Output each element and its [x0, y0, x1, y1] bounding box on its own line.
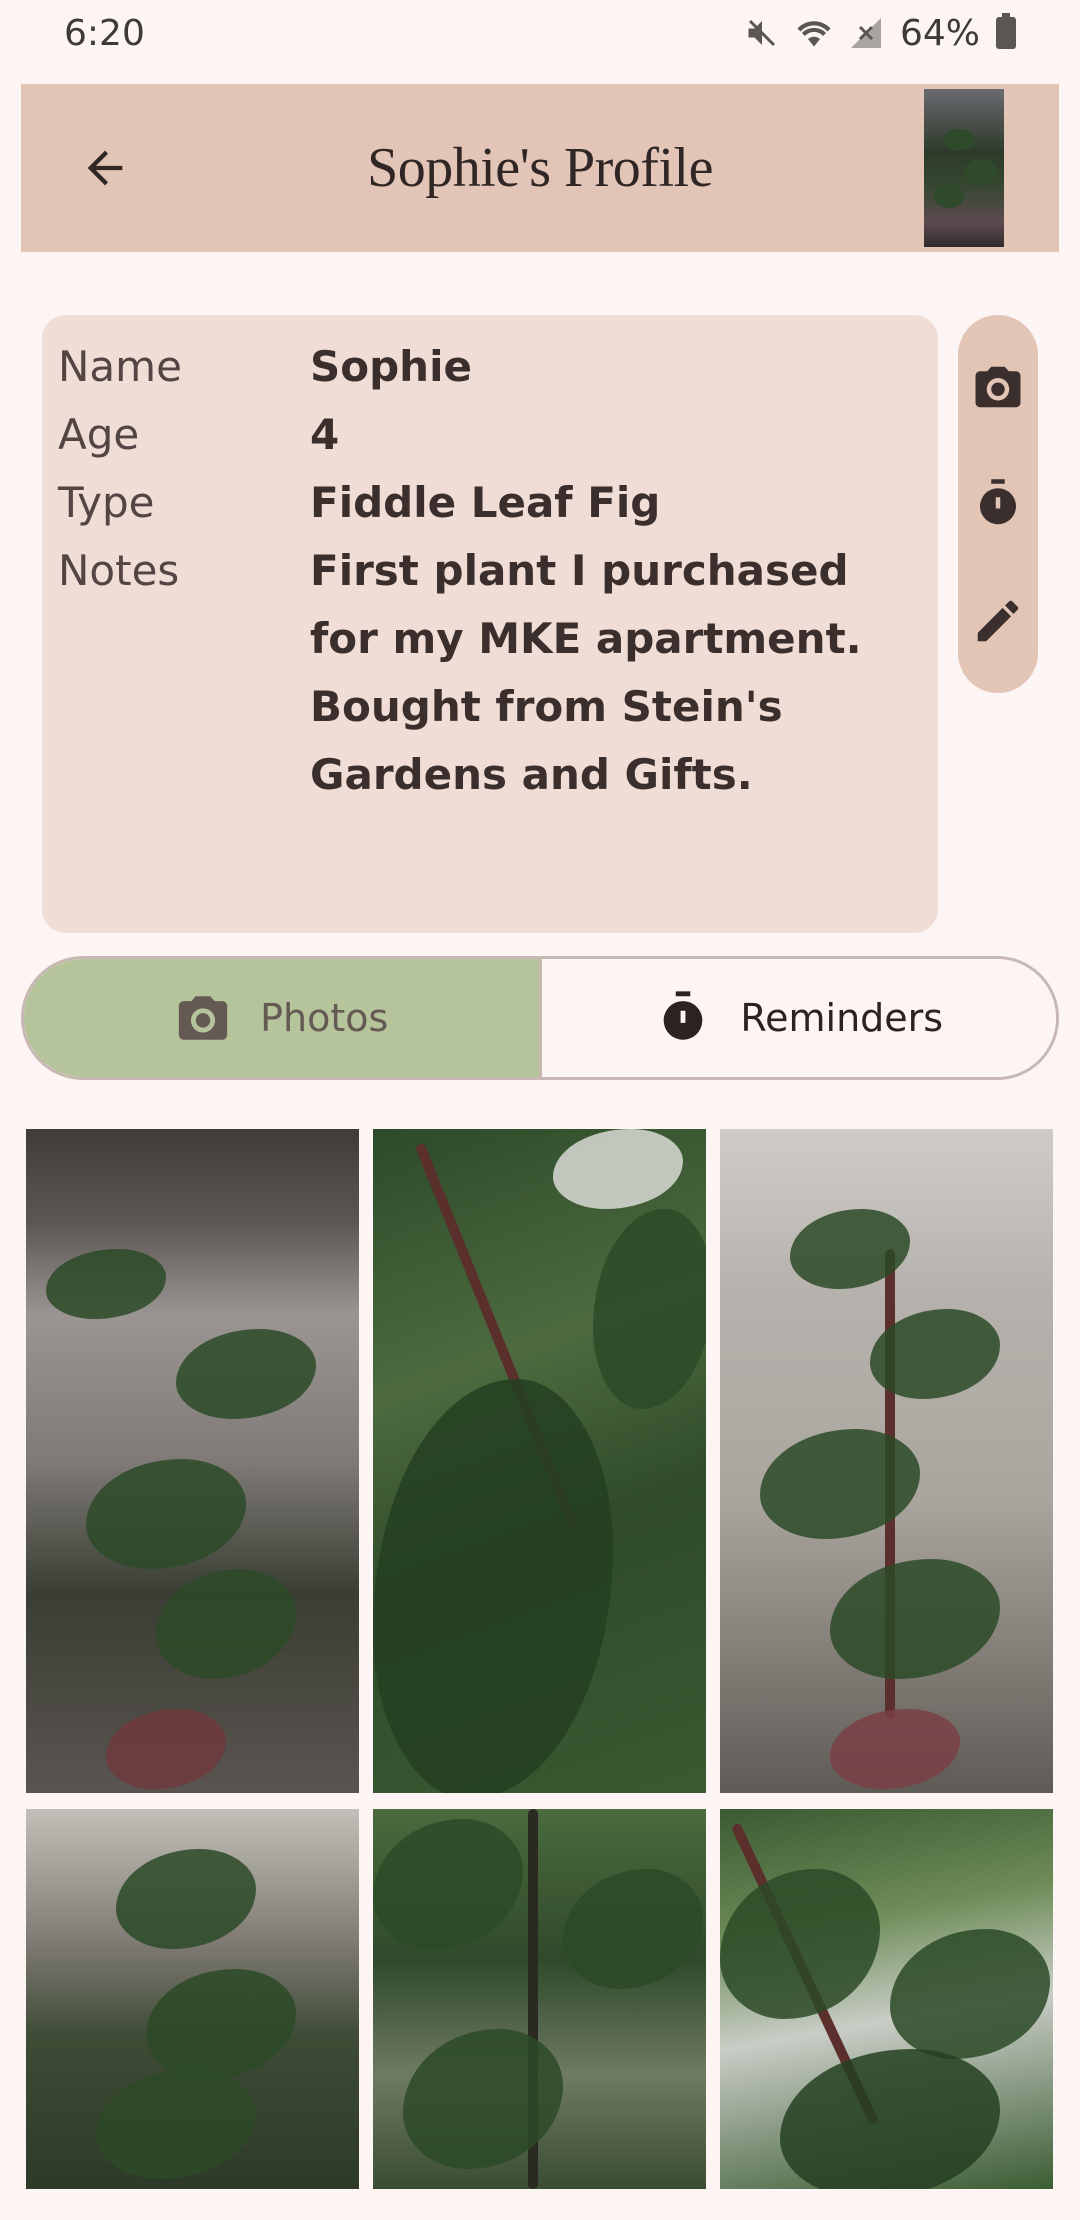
- page-title: Sophie's Profile: [367, 137, 713, 199]
- info-value: Fiddle Leaf Fig: [310, 478, 661, 527]
- photo-leaf: [830, 1559, 1000, 1679]
- arrow-back-icon: [87, 150, 123, 186]
- photo-pot: [830, 1709, 960, 1789]
- status-icons: 64%: [744, 13, 1016, 54]
- info-value: Sophie: [310, 342, 472, 391]
- thumbnail-leaf: [964, 159, 998, 185]
- info-row-notes: Notes First plant I purchased for my MKE…: [58, 537, 922, 809]
- photo-leaf: [373, 1379, 613, 1793]
- photo-leaf: [780, 2049, 1000, 2189]
- thumbnail-leaf: [944, 129, 974, 151]
- photo-leaf: [176, 1329, 316, 1419]
- battery-icon: [996, 13, 1016, 49]
- photo-gallery: [26, 1129, 1054, 2189]
- tab-photos[interactable]: Photos: [24, 959, 542, 1077]
- tab-label: Photos: [260, 996, 389, 1040]
- photo-leaf: [890, 1929, 1050, 2059]
- timer-icon: [980, 479, 1016, 525]
- photo-leaf: [116, 1849, 256, 1949]
- photo-leaf: [760, 1429, 920, 1539]
- info-label: Type: [58, 478, 155, 527]
- status-bar: 6:20 64%: [0, 0, 1080, 66]
- info-value: First plant I purchased for my MKE apart…: [310, 546, 862, 799]
- photo-leaf: [46, 1249, 166, 1319]
- side-action-rail: [958, 315, 1038, 693]
- plant-photo[interactable]: [720, 1129, 1053, 1793]
- photo-leaf: [563, 1869, 703, 1989]
- photo-leaf: [156, 1569, 296, 1679]
- wifi-icon: [797, 21, 831, 47]
- view-tabs: Photos Reminders: [21, 956, 1059, 1080]
- info-row-age: Age 4: [58, 401, 922, 469]
- info-label: Notes: [58, 546, 180, 595]
- plant-photo[interactable]: [720, 1809, 1053, 2189]
- camera-icon: [178, 996, 228, 1040]
- photo-leaf: [146, 1969, 296, 2079]
- plant-photo[interactable]: [373, 1129, 706, 1793]
- info-label: Name: [58, 342, 182, 391]
- photo-pot: [106, 1709, 226, 1789]
- back-button[interactable]: [65, 128, 145, 208]
- status-time: 6:20: [64, 12, 145, 54]
- plant-photo[interactable]: [373, 1809, 706, 2189]
- mute-icon: [748, 19, 776, 47]
- add-reminder-button[interactable]: [966, 472, 1030, 536]
- photo-leaf: [720, 1869, 880, 2019]
- tab-label: Reminders: [740, 996, 944, 1040]
- battery-percent: 64%: [899, 12, 980, 54]
- signal-icon: [850, 18, 881, 48]
- info-value: 4: [310, 410, 340, 459]
- photo-leaf: [86, 1459, 246, 1569]
- photo-leaf: [403, 2029, 563, 2169]
- add-photo-button[interactable]: [966, 355, 1030, 419]
- edit-icon: [977, 600, 1019, 641]
- photo-leaf: [373, 1819, 523, 1949]
- photo-leaf: [96, 2069, 256, 2179]
- app-bar: Sophie's Profile: [21, 84, 1059, 252]
- timer-icon: [664, 991, 703, 1040]
- info-row-name: Name Sophie: [58, 333, 922, 401]
- info-label: Age: [58, 410, 140, 459]
- thumbnail-leaf: [934, 184, 964, 208]
- plant-info-card: Name Sophie Age 4 Type Fiddle Leaf Fig N…: [42, 315, 938, 933]
- photo-leaf: [593, 1209, 706, 1409]
- camera-icon: [975, 367, 1021, 408]
- info-row-type: Type Fiddle Leaf Fig: [58, 469, 922, 537]
- tab-reminders[interactable]: Reminders: [541, 959, 1056, 1077]
- plant-thumbnail[interactable]: [924, 89, 1004, 247]
- photo-window: [553, 1129, 683, 1209]
- plant-photo[interactable]: [26, 1129, 359, 1793]
- edit-button[interactable]: [966, 589, 1030, 653]
- plant-photo[interactable]: [26, 1809, 359, 2189]
